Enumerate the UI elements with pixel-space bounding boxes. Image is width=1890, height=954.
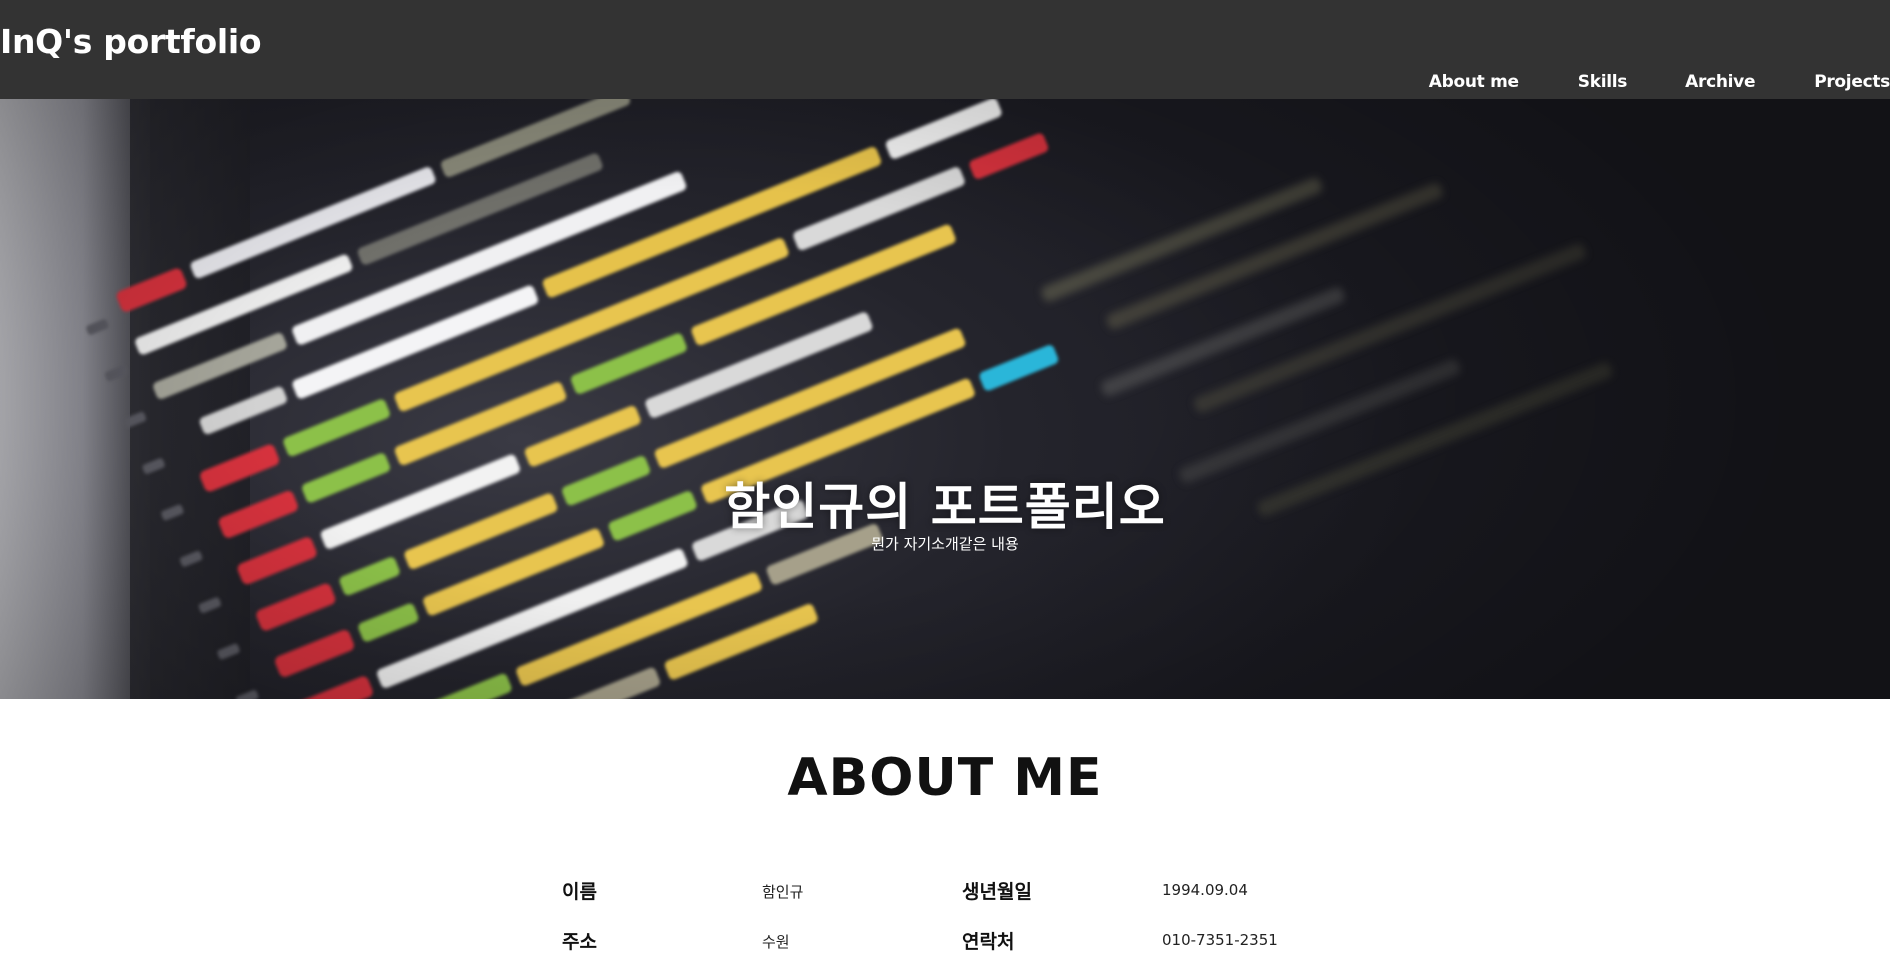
nav-link-skills[interactable]: Skills bbox=[1578, 72, 1628, 92]
hero-subtitle: 뭔가 자기소개같은 내용 bbox=[871, 535, 1019, 553]
label-name: 이름 bbox=[562, 881, 597, 903]
nav-link-projects[interactable]: Projects bbox=[1814, 72, 1890, 92]
hero-banner: 함인규의 포트폴리오 뭔가 자기소개같은 내용 bbox=[0, 99, 1890, 699]
hero-title: 함인규의 포트폴리오 bbox=[724, 478, 1166, 536]
main-nav: About me Skills Archive Projects bbox=[1429, 72, 1890, 92]
label-contact: 연락처 bbox=[962, 931, 1015, 953]
label-birthdate: 생년월일 bbox=[962, 881, 1032, 903]
value-contact: 010-7351-2351 bbox=[1162, 931, 1278, 949]
site-brand[interactable]: InQ's portfolio bbox=[0, 22, 262, 61]
nav-link-archive[interactable]: Archive bbox=[1685, 72, 1755, 92]
top-navigation-bar: InQ's portfolio About me Skills Archive … bbox=[0, 0, 1890, 99]
about-me-heading: ABOUT ME bbox=[787, 748, 1103, 808]
value-birthdate: 1994.09.04 bbox=[1162, 881, 1248, 899]
value-name: 함인규 bbox=[762, 883, 804, 901]
value-address: 수원 bbox=[762, 933, 790, 951]
nav-link-about-me[interactable]: About me bbox=[1429, 72, 1519, 92]
hero-vignette bbox=[0, 99, 1890, 699]
label-address: 주소 bbox=[562, 931, 597, 953]
